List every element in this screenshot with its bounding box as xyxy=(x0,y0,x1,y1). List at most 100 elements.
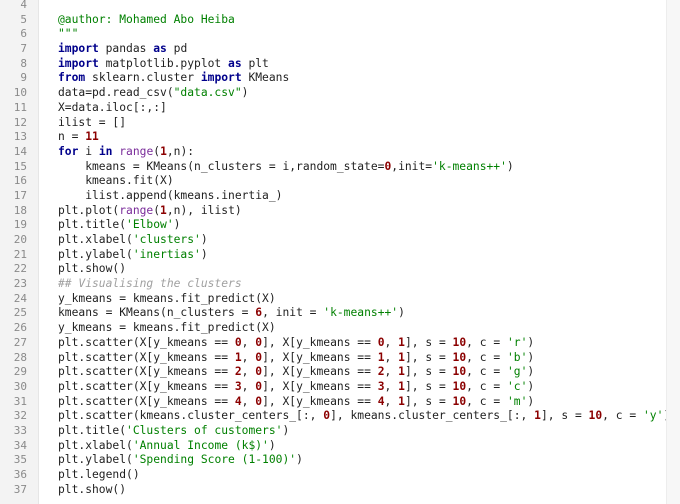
code-token: i xyxy=(78,144,99,158)
line-number: 19 xyxy=(13,218,27,232)
line-number: 16 xyxy=(13,174,27,188)
code-line[interactable]: 22 plt.show() xyxy=(0,262,680,277)
code-line[interactable]: 28 plt.scatter(X[y_kmeans == 1, 0], X[y_k… xyxy=(0,351,680,366)
code-line[interactable]: 21 plt.ylabel('inertias') xyxy=(0,248,680,263)
code-token: 0 xyxy=(234,335,242,349)
code-line[interactable]: 9 from sklearn.cluster import KMeans xyxy=(0,71,680,86)
code-line[interactable]: 25 kmeans = KMeans(n_clusters = 6, init =… xyxy=(0,306,680,321)
code-token: , init = xyxy=(262,306,324,320)
code-line[interactable]: 16 kmeans.fit(X) xyxy=(0,174,680,189)
code-token: range xyxy=(119,203,154,217)
code-line[interactable]: 37 plt.show() xyxy=(0,483,680,498)
line-number: 15 xyxy=(13,159,27,173)
code-line[interactable]: 7 import pandas as pd xyxy=(0,42,680,57)
code-line[interactable]: 30 plt.scatter(X[y_kmeans == 3, 0], X[y_k… xyxy=(0,380,680,395)
line-number: 28 xyxy=(13,350,27,364)
code-token: , xyxy=(384,350,399,364)
code-token: ], s = xyxy=(404,379,453,393)
line-code: X=data.iloc[:,:] xyxy=(58,101,167,116)
line-code: ilist = [] xyxy=(58,116,126,131)
code-token: plt.legend() xyxy=(58,468,140,481)
line-number: 25 xyxy=(13,306,27,320)
code-line[interactable]: 17 ilist.append(kmeans.inertia_) xyxy=(0,189,680,204)
code-token: 2 xyxy=(234,365,242,379)
line-number: 31 xyxy=(13,394,27,408)
line-number: 34 xyxy=(13,438,27,452)
code-line[interactable]: 10 data=pd.read_csv("data.csv") xyxy=(0,86,680,101)
code-line[interactable]: 18 plt.plot(range(1,n), ilist) xyxy=(0,204,680,219)
code-line[interactable]: 6 """ xyxy=(0,27,680,42)
code-line[interactable]: 29 plt.scatter(X[y_kmeans == 2, 0], X[y_k… xyxy=(0,365,680,380)
code-line[interactable]: 23 ## Visualising the clusters xyxy=(0,277,680,292)
line-code: y_kmeans = kmeans.fit_predict(X) xyxy=(58,321,276,336)
line-code: plt.show() xyxy=(58,483,126,498)
code-token: plt.scatter(X[y_kmeans == xyxy=(58,365,235,379)
code-line[interactable]: 32 plt.scatter(kmeans.cluster_centers_[:,… xyxy=(0,409,680,424)
code-token: ], X[y_kmeans == xyxy=(262,365,378,379)
code-line[interactable]: 35 plt.ylabel('Spending Score (1-100)') xyxy=(0,453,680,468)
line-number: 5 xyxy=(20,12,27,26)
line-code: plt.title('Elbow') xyxy=(58,218,180,233)
code-token: ], X[y_kmeans == xyxy=(262,335,378,349)
code-token: ], s = xyxy=(404,350,453,364)
code-token: 1 xyxy=(160,144,167,158)
code-token: plt.plot( xyxy=(58,203,120,217)
code-token: ) xyxy=(398,306,405,320)
line-code: plt.ylabel('inertias') xyxy=(58,248,208,263)
code-token: 1 xyxy=(398,350,405,364)
code-token: 1 xyxy=(398,394,405,408)
code-token: pandas xyxy=(98,42,154,56)
code-token: as xyxy=(228,56,242,70)
code-token: ,init= xyxy=(391,159,433,173)
code-line[interactable]: 33 plt.title('Clusters of customers') xyxy=(0,424,680,439)
code-area[interactable]: 4 5 @author: Mohamed Abo Heiba 6 """ 7 import … xyxy=(0,0,680,497)
line-code: plt.ylabel('Spending Score (1-100)') xyxy=(58,453,303,468)
code-token: ) xyxy=(268,438,276,452)
code-token: plt.xlabel( xyxy=(58,233,133,246)
code-line[interactable]: 20 plt.xlabel('clusters') xyxy=(0,233,680,248)
code-line[interactable]: 11 X=data.iloc[:,:] xyxy=(0,101,680,116)
code-line[interactable]: 36 plt.legend() xyxy=(0,468,680,483)
code-token: 1 xyxy=(534,409,541,423)
code-token: plt.ylabel( xyxy=(58,453,133,467)
code-line[interactable]: 34 plt.xlabel('Annual Income (k$)') xyxy=(0,439,680,454)
code-line[interactable]: 24 y_kmeans = kmeans.fit_predict(X) xyxy=(0,292,680,307)
code-line[interactable]: 15 kmeans = KMeans(n_clusters = i,random… xyxy=(0,160,680,175)
line-number: 18 xyxy=(13,203,27,217)
code-token: ) xyxy=(527,379,535,393)
code-line[interactable]: 27 plt.scatter(X[y_kmeans == 0, 0], X[y_k… xyxy=(0,336,680,351)
line-code: @author: Mohamed Abo Heiba xyxy=(58,13,235,28)
code-token: from xyxy=(58,71,86,85)
code-token: data=pd.read_csv( xyxy=(58,86,174,100)
code-line[interactable]: 4 xyxy=(0,0,680,13)
code-token: ,n): xyxy=(166,144,195,158)
code-token: 1 xyxy=(398,365,405,379)
code-token: import xyxy=(200,71,242,85)
line-number: 26 xyxy=(13,321,27,335)
code-line[interactable]: 8 import matplotlib.pyplot as plt xyxy=(0,57,680,72)
code-token: 'Annual Income (k$)' xyxy=(132,438,269,452)
code-token: 1 xyxy=(398,379,405,393)
code-editor[interactable]: 4 5 @author: Mohamed Abo Heiba 6 """ 7 import … xyxy=(0,0,680,504)
code-token: ilist.append(kmeans.inertia_) xyxy=(58,188,283,202)
code-token: 'r' xyxy=(506,335,528,349)
code-line[interactable]: 5 @author: Mohamed Abo Heiba xyxy=(0,13,680,28)
code-line[interactable]: 31 plt.scatter(X[y_kmeans == 4, 0], X[y_k… xyxy=(0,395,680,410)
code-line[interactable]: 14 for i in range(1,n): xyxy=(0,145,680,160)
code-token: 'm' xyxy=(506,394,528,408)
code-line[interactable]: 26 y_kmeans = kmeans.fit_predict(X) xyxy=(0,321,680,336)
code-token: plt.scatter(X[y_kmeans == xyxy=(58,379,235,393)
code-token: 'Clusters of customers' xyxy=(126,423,283,437)
line-number: 23 xyxy=(13,277,27,291)
code-token: """ xyxy=(58,27,79,41)
code-line[interactable]: 12 ilist = [] xyxy=(0,116,680,131)
code-line[interactable]: 19 plt.title('Elbow') xyxy=(0,218,680,233)
code-line[interactable]: 13 n = 11 xyxy=(0,130,680,145)
line-number: 24 xyxy=(13,291,27,305)
vertical-scrollbar[interactable] xyxy=(666,0,680,504)
code-token: 4 xyxy=(234,394,242,408)
code-token: import xyxy=(58,42,99,56)
code-token: ) xyxy=(173,218,181,232)
code-token: plt.show() xyxy=(58,262,127,276)
line-number: 7 xyxy=(20,42,27,56)
